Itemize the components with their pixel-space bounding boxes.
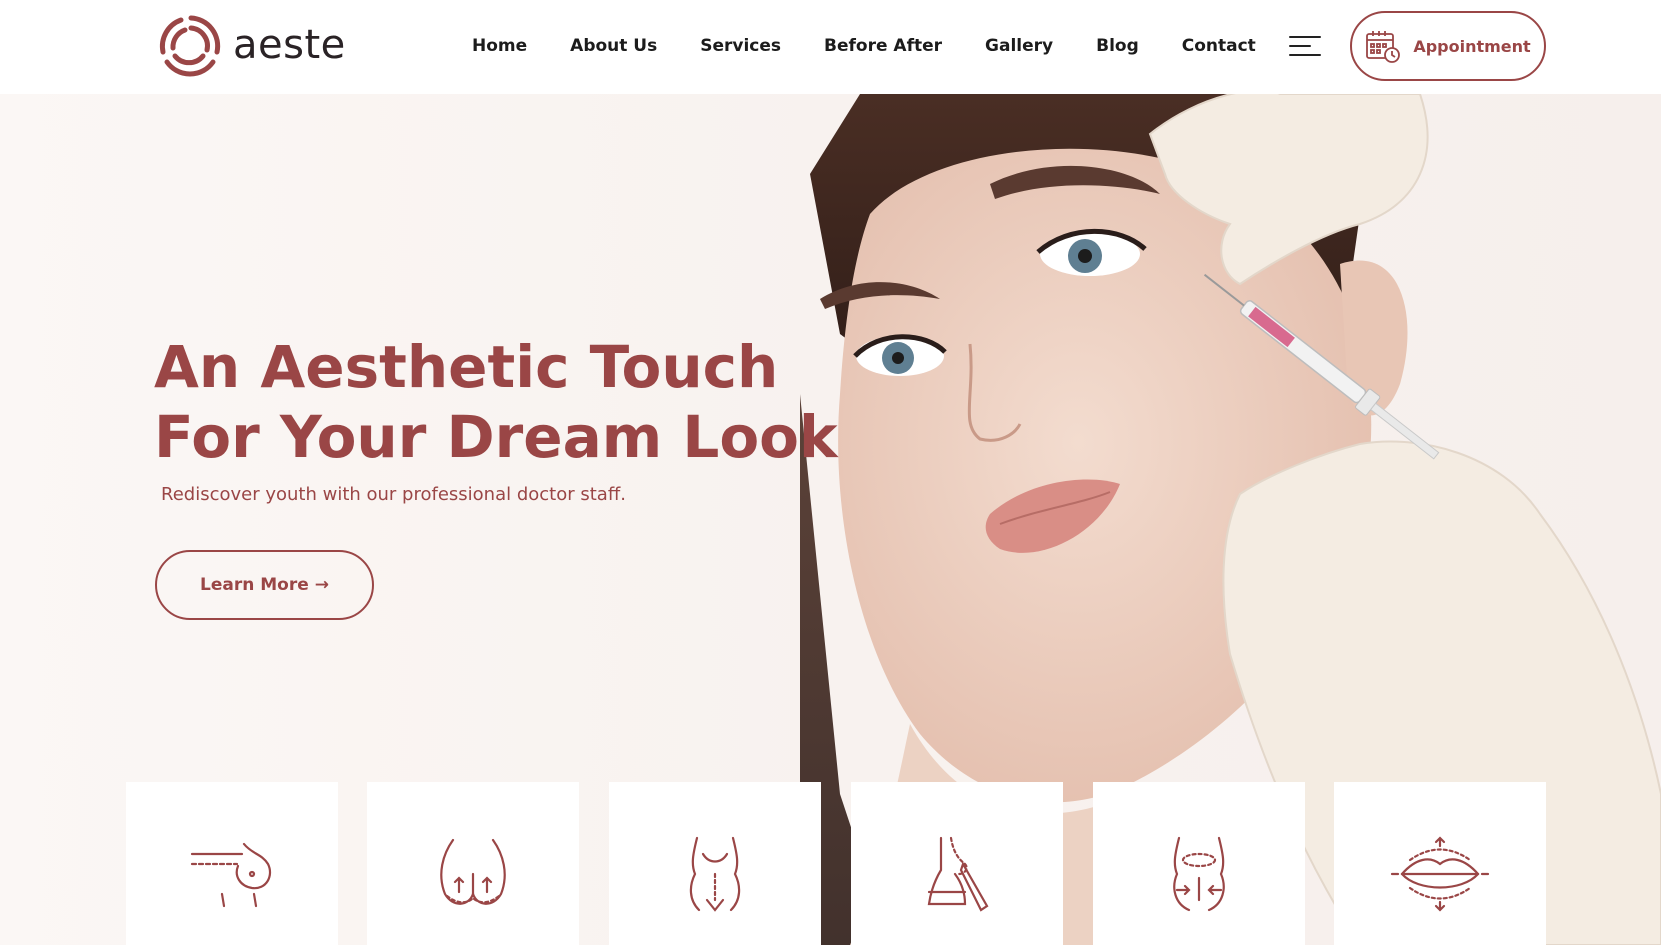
liposuction-icon <box>1173 836 1225 912</box>
service-card-body[interactable] <box>609 782 821 945</box>
nav-home[interactable]: Home <box>472 36 527 56</box>
main-nav: Home About Us Services Before After Gall… <box>472 36 1299 56</box>
nav-before-after[interactable]: Before After <box>824 36 942 56</box>
rhinoplasty-icon <box>927 836 989 912</box>
service-card-breast[interactable] <box>126 782 338 945</box>
hero-headline-line2: For Your Dream Look <box>154 403 838 471</box>
service-card-nose[interactable] <box>851 782 1063 945</box>
appointment-button[interactable]: Appointment <box>1350 11 1546 81</box>
hamburger-menu-icon[interactable] <box>1289 34 1321 58</box>
learn-more-label: Learn More → <box>200 575 329 595</box>
appointment-label: Appointment <box>1413 36 1531 56</box>
learn-more-button[interactable]: Learn More → <box>155 550 374 620</box>
nav-blog[interactable]: Blog <box>1096 36 1139 56</box>
site-header: aeste Home About Us Services Before Afte… <box>0 0 1661 94</box>
hero-headline: An Aesthetic Touch For Your Dream Look <box>154 332 854 472</box>
nav-contact[interactable]: Contact <box>1182 36 1256 56</box>
service-card-lips[interactable] <box>1334 782 1546 945</box>
lip-augmentation-icon <box>1390 836 1490 912</box>
logo-icon <box>159 15 221 77</box>
hero-subline: Rediscover youth with our professional d… <box>161 484 626 505</box>
calendar-clock-icon <box>1366 31 1401 63</box>
buttock-lift-icon <box>440 838 506 905</box>
logo[interactable]: aeste <box>157 10 357 80</box>
hero-headline-line1: An Aesthetic Touch <box>154 333 779 401</box>
nav-services[interactable]: Services <box>700 36 781 56</box>
logo-text: aeste <box>233 22 346 68</box>
nav-about-us[interactable]: About Us <box>570 36 657 56</box>
breast-surgery-icon <box>190 842 272 908</box>
service-card-buttock[interactable] <box>367 782 579 945</box>
service-card-liposuction[interactable] <box>1093 782 1305 945</box>
body-contouring-icon <box>689 836 741 912</box>
nav-gallery[interactable]: Gallery <box>985 36 1053 56</box>
